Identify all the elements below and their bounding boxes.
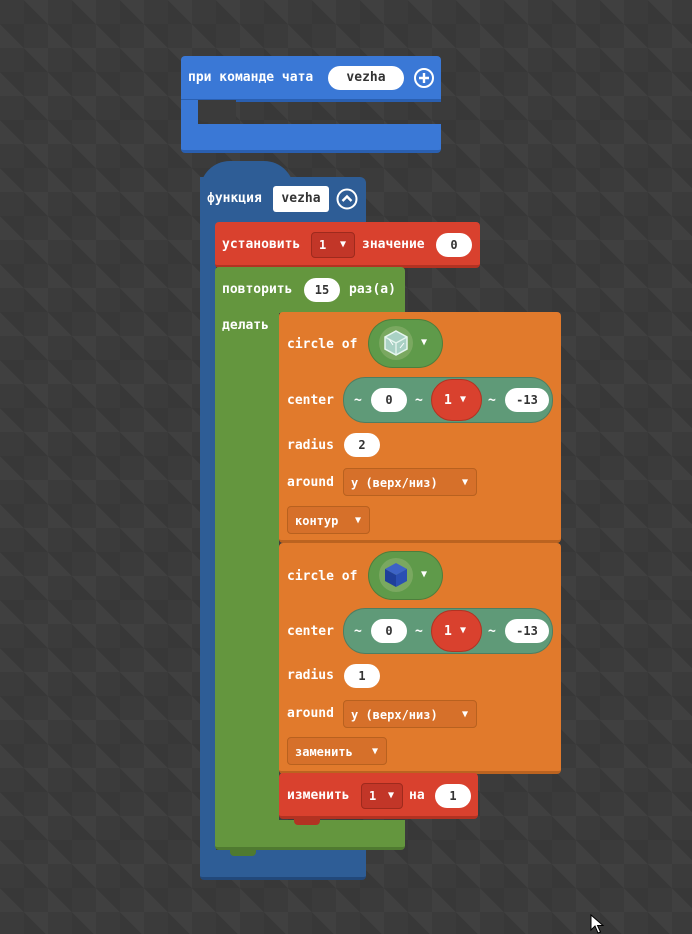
chat-command-input[interactable]: vezha [328, 66, 404, 90]
change-variable-text: 1 [369, 789, 377, 803]
around-label: around [287, 475, 334, 490]
radius-label: radius [287, 438, 334, 453]
glass-block-icon [384, 330, 408, 356]
function-name-input[interactable]: vezha [273, 186, 329, 212]
y-coordinate-text: 1 [444, 624, 452, 639]
lapis-block-icon [385, 563, 407, 587]
block-picker[interactable]: ▼ [368, 551, 443, 600]
repeat-count-text: 15 [314, 283, 330, 297]
chevron-down-icon: ▼ [339, 239, 346, 250]
set-variable-block[interactable]: установить 1 ▼ значение 0 [215, 222, 480, 268]
around-axis-dropdown[interactable]: y (верх/низ) ▼ [343, 468, 477, 496]
on-chat-command-footer [181, 124, 441, 153]
function-footer [200, 850, 366, 880]
circle-block[interactable]: circle of ▼ center ~ 0 ~ 1 ▼ ~ -13 radiu… [279, 312, 561, 543]
relative-y-tilde: ~ [415, 624, 423, 639]
position-input[interactable]: ~ 0 ~ 1 ▼ ~ -13 [343, 608, 553, 654]
y-coordinate-text: 1 [444, 393, 452, 408]
relative-z-tilde: ~ [488, 624, 496, 639]
change-block-notch [294, 819, 320, 825]
around-axis-text: y (верх/низ) [351, 708, 438, 722]
relative-x-tilde: ~ [354, 393, 362, 408]
block-picker[interactable]: ▼ [368, 319, 443, 368]
set-value-input[interactable]: 0 [436, 233, 472, 257]
function-name-text: vezha [281, 191, 321, 206]
radius-input[interactable]: 1 [344, 664, 380, 688]
set-variable-dropdown[interactable]: 1 ▼ [311, 232, 355, 258]
z-coordinate-input[interactable]: -13 [505, 619, 549, 643]
circle-block[interactable]: circle of ▼ center ~ 0 ~ 1 ▼ ~ -13 radiu… [279, 543, 561, 774]
fill-mode-text: контур [295, 514, 339, 528]
change-label: изменить [287, 788, 350, 803]
repeat-body-arm: делать [215, 311, 279, 831]
radius-input[interactable]: 2 [344, 433, 380, 457]
on-chat-command-block[interactable]: при команде чата vezha [181, 56, 441, 102]
change-variable-block[interactable]: изменить 1 ▼ на 1 [279, 773, 478, 819]
add-parameter-icon[interactable] [414, 68, 434, 88]
relative-y-tilde: ~ [415, 393, 423, 408]
function-body-arm [200, 220, 216, 856]
chat-command-text: vezha [346, 70, 386, 85]
relative-z-tilde: ~ [488, 393, 496, 408]
function-block[interactable]: функция vezha [200, 177, 366, 224]
fill-mode-dropdown[interactable]: заменить ▼ [287, 737, 387, 765]
set-variable-text: 1 [319, 238, 327, 252]
center-label: center [287, 393, 334, 408]
change-value-input[interactable]: 1 [435, 784, 471, 808]
position-input[interactable]: ~ 0 ~ 1 ▼ ~ -13 [343, 377, 553, 423]
z-coordinate-text: -13 [516, 624, 538, 638]
repeat-count-input[interactable]: 15 [304, 278, 340, 302]
value-label: значение [362, 237, 425, 252]
chevron-down-icon: ▼ [461, 477, 468, 488]
mouse-cursor-icon [590, 914, 605, 934]
relative-x-tilde: ~ [354, 624, 362, 639]
empty-statement-slot [198, 100, 236, 122]
x-coordinate-text: 0 [385, 393, 393, 407]
around-label: around [287, 706, 334, 721]
change-value-text: 1 [449, 789, 457, 803]
set-label: установить [222, 237, 301, 252]
on-chat-command-arm [181, 100, 198, 126]
x-coordinate-input[interactable]: 0 [371, 619, 407, 643]
chevron-down-icon: ▼ [387, 790, 394, 801]
do-label: делать [222, 318, 269, 333]
x-coordinate-input[interactable]: 0 [371, 388, 407, 412]
repeat-block[interactable]: повторить 15 раз(а) [215, 267, 405, 313]
chevron-down-icon: ▼ [371, 746, 378, 757]
z-coordinate-input[interactable]: -13 [505, 388, 549, 412]
change-variable-dropdown[interactable]: 1 ▼ [361, 783, 403, 809]
chevron-down-icon: ▼ [421, 337, 428, 348]
repeat-footer-notch [230, 850, 256, 856]
chevron-down-icon: ▼ [461, 709, 468, 720]
circle-of-label: circle of [287, 569, 358, 584]
chevron-down-icon: ▼ [460, 625, 467, 636]
chevron-down-icon: ▼ [421, 569, 428, 580]
by-label: на [409, 788, 425, 803]
set-value-text: 0 [450, 238, 458, 252]
fill-mode-text: заменить [295, 745, 353, 759]
chevron-down-icon: ▼ [354, 515, 361, 526]
on-chat-command-label: при команде чата [188, 70, 314, 85]
x-coordinate-text: 0 [385, 624, 393, 638]
repeat-suffix: раз(а) [349, 282, 396, 297]
radius-text: 1 [358, 669, 366, 683]
around-axis-dropdown[interactable]: y (верх/низ) ▼ [343, 700, 477, 728]
fill-mode-dropdown[interactable]: контур ▼ [287, 506, 370, 534]
y-coordinate-dropdown[interactable]: 1 ▼ [431, 379, 482, 421]
around-axis-text: y (верх/низ) [351, 476, 438, 490]
repeat-label: повторить [222, 282, 293, 297]
y-coordinate-dropdown[interactable]: 1 ▼ [431, 610, 482, 652]
radius-text: 2 [358, 438, 366, 452]
center-label: center [287, 624, 334, 639]
z-coordinate-text: -13 [516, 393, 538, 407]
radius-label: radius [287, 668, 334, 683]
chevron-down-icon: ▼ [460, 394, 467, 405]
collapse-icon[interactable] [336, 188, 358, 210]
function-label: функция [207, 191, 262, 206]
circle-of-label: circle of [287, 337, 358, 352]
